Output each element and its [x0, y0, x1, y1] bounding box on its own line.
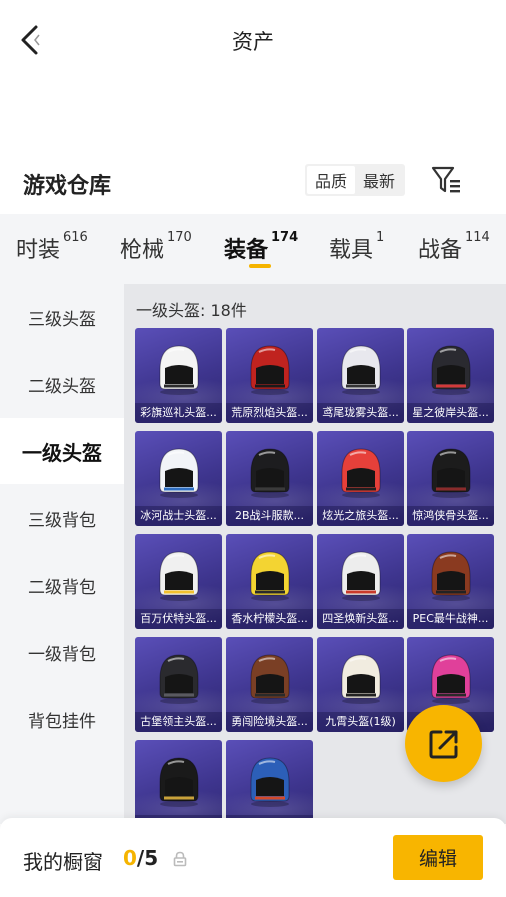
tab-count: 616 — [63, 230, 88, 245]
item-card[interactable]: 星之彼岸头盔... — [407, 328, 494, 423]
tab-count: 174 — [271, 230, 299, 245]
helmet-icon — [431, 654, 471, 704]
sidebar-item-backpack-lv3[interactable]: 三级背包 — [0, 485, 124, 551]
top-bar: 资产 — [0, 0, 506, 80]
item-card[interactable]: 古堡领主头盔... — [135, 637, 222, 732]
helmet-icon — [341, 654, 381, 704]
item-name: 星之彼岸头盔... — [407, 403, 494, 423]
sidebar-item-helmet-lv2[interactable]: 二级头盔 — [0, 351, 124, 417]
section-title: 游戏仓库 — [23, 174, 112, 199]
sidebar-item-helmet-lv1[interactable]: 一级头盔 — [0, 418, 124, 484]
page-title: 资产 — [232, 30, 274, 54]
showcase-current: 0 — [123, 846, 137, 870]
sort-quality-option[interactable]: 品质 — [307, 166, 355, 194]
tab-supplies[interactable]: 战备114 — [418, 230, 490, 264]
item-count-header: 一级头盔: 18件 — [136, 301, 247, 320]
tab-count: 1 — [376, 230, 385, 245]
lock-icon — [173, 851, 187, 867]
item-name: 彩旗巡礼头盔... — [135, 403, 222, 423]
item-name: 荒原烈焰头盔... — [226, 403, 313, 423]
tab-label: 时装 — [16, 238, 61, 263]
item-card[interactable]: 百万伏特头盔... — [135, 534, 222, 629]
tab-weapons[interactable]: 枪械170 — [120, 230, 192, 264]
tab-label: 载具 — [329, 238, 374, 263]
helmet-icon — [250, 551, 290, 601]
sidebar-item-backpack-charm[interactable]: 背包挂件 — [0, 686, 124, 752]
item-card[interactable]: 勇闯险境头盔... — [226, 637, 313, 732]
helmet-icon — [431, 448, 471, 498]
item-card[interactable]: 惊鸿侠骨头盔... — [407, 431, 494, 526]
item-name: 九霄头盔(1级) — [317, 712, 404, 732]
sort-latest-option[interactable]: 最新 — [355, 166, 403, 194]
active-tab-indicator — [249, 264, 271, 268]
item-card[interactable]: 2B战斗服款... — [226, 431, 313, 526]
tab-label: 战备 — [418, 238, 463, 263]
item-name: 鸢尾珑雾头盔... — [317, 403, 404, 423]
showcase-bar: 我的橱窗 0/5 编辑 — [0, 818, 506, 897]
tab-label: 枪械 — [120, 238, 165, 263]
share-icon — [429, 730, 457, 758]
share-button[interactable] — [405, 705, 482, 782]
item-card[interactable] — [226, 740, 313, 824]
item-name: 四圣焕新头盔... — [317, 609, 404, 629]
helmet-icon — [159, 551, 199, 601]
edit-button[interactable]: 编辑 — [393, 835, 483, 880]
tab-vehicles[interactable]: 载具1 — [329, 230, 385, 264]
showcase-label: 我的橱窗 — [23, 850, 103, 874]
category-tabs: 时装616 枪械170 装备174 载具1 战备114 — [0, 214, 506, 284]
helmet-icon — [431, 345, 471, 395]
filter-button[interactable] — [428, 162, 464, 198]
section-header: 游戏仓库 品质 最新 — [0, 156, 506, 208]
helmet-icon — [431, 551, 471, 601]
helmet-icon — [341, 345, 381, 395]
tab-label: 装备 — [224, 238, 269, 263]
item-name: 百万伏特头盔... — [135, 609, 222, 629]
filter-icon — [431, 166, 460, 193]
subcategory-sidebar: 三级头盔 二级头盔 一级头盔 三级背包 二级背包 一级背包 背包挂件 — [0, 284, 124, 824]
helmet-icon — [250, 654, 290, 704]
item-card[interactable]: 四圣焕新头盔... — [317, 534, 404, 629]
item-card[interactable]: 冰河战士头盔... — [135, 431, 222, 526]
showcase-count: 0/5 — [123, 846, 158, 870]
item-card[interactable]: 炫光之旅头盔... — [317, 431, 404, 526]
sidebar-item-helmet-lv3[interactable]: 三级头盔 — [0, 284, 124, 350]
helmet-icon — [159, 654, 199, 704]
item-name: PEC最牛战神... — [407, 609, 494, 629]
tab-count: 114 — [465, 230, 490, 245]
item-card[interactable]: 荒原烈焰头盔... — [226, 328, 313, 423]
tab-equipment[interactable]: 装备174 — [224, 230, 299, 264]
item-card[interactable]: 香水柠檬头盔... — [226, 534, 313, 629]
item-card[interactable]: PEC最牛战神... — [407, 534, 494, 629]
item-name: 勇闯险境头盔... — [226, 712, 313, 732]
tab-count: 170 — [167, 230, 192, 245]
item-name: 惊鸿侠骨头盔... — [407, 506, 494, 526]
helmet-icon — [341, 448, 381, 498]
helmet-icon — [159, 757, 199, 807]
item-card[interactable]: 鸢尾珑雾头盔... — [317, 328, 404, 423]
sidebar-item-backpack-lv1[interactable]: 一级背包 — [0, 619, 124, 685]
item-name: 冰河战士头盔... — [135, 506, 222, 526]
helmet-icon — [250, 448, 290, 498]
tab-fashion[interactable]: 时装616 — [16, 230, 88, 264]
item-card[interactable]: 九霄头盔(1级) — [317, 637, 404, 732]
item-card[interactable]: 彩旗巡礼头盔... — [135, 328, 222, 423]
item-name: 炫光之旅头盔... — [317, 506, 404, 526]
helmet-icon — [250, 345, 290, 395]
item-card[interactable] — [135, 740, 222, 824]
item-name: 2B战斗服款... — [226, 506, 313, 526]
sort-toggle: 品质 最新 — [305, 164, 405, 196]
sidebar-item-backpack-lv2[interactable]: 二级背包 — [0, 552, 124, 618]
item-name: 香水柠檬头盔... — [226, 609, 313, 629]
item-name: 古堡领主头盔... — [135, 712, 222, 732]
helmet-icon — [159, 345, 199, 395]
helmet-icon — [250, 757, 290, 807]
helmet-icon — [341, 551, 381, 601]
showcase-total: /5 — [136, 846, 159, 870]
helmet-icon — [159, 448, 199, 498]
